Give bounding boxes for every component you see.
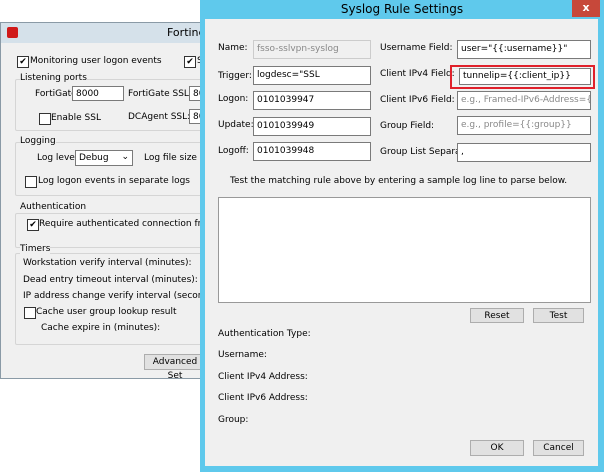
name-label: Name: bbox=[218, 43, 248, 53]
ok-button[interactable]: OK bbox=[470, 440, 524, 456]
fortigate-port-input[interactable]: 8000 bbox=[72, 86, 124, 101]
group-result-label: Group: bbox=[218, 415, 249, 425]
cache-checkbox[interactable] bbox=[24, 307, 36, 319]
username-result-label: Username: bbox=[218, 350, 267, 360]
client-ipv6-input[interactable]: e.g., Framed-IPv6-Address={{:clien bbox=[457, 91, 591, 110]
chevron-down-icon: ⌄ bbox=[121, 152, 129, 162]
cache-expire-label: Cache expire in (minutes): bbox=[41, 323, 161, 333]
name-input: fsso-sslvpn-syslog bbox=[253, 40, 371, 59]
logoff-label: Logoff: bbox=[218, 146, 249, 156]
second-checkbox[interactable]: ✔ bbox=[184, 56, 196, 68]
dead-entry-label: Dead entry timeout interval (minutes): bbox=[23, 275, 198, 285]
separate-logs-checkbox[interactable] bbox=[25, 176, 37, 188]
client-ipv6-label: Client IPv6 Field: bbox=[380, 95, 455, 105]
username-field-input[interactable]: user="{{:username}}" bbox=[457, 40, 591, 59]
dialog-body: Name: fsso-sslvpn-syslog Trigger: logdes… bbox=[205, 19, 598, 466]
syslog-rule-dialog: Syslog Rule Settings x Name: fsso-sslvpn… bbox=[200, 0, 604, 472]
title-bar: Fortine bbox=[1, 23, 205, 43]
fortinet-logo-icon bbox=[7, 27, 18, 38]
ipv6-result-label: Client IPv6 Address: bbox=[218, 393, 308, 403]
timers-legend: Timers bbox=[20, 244, 51, 254]
dialog-title: Syslog Rule Settings bbox=[340, 2, 464, 16]
workstation-interval-label: Workstation verify interval (minutes): bbox=[23, 258, 192, 268]
cancel-button[interactable]: Cancel bbox=[533, 440, 584, 456]
fortinet-window: Fortine ✔ Monitoring user logon events ✔… bbox=[0, 22, 254, 381]
monitoring-label: Monitoring user logon events bbox=[30, 56, 162, 66]
group-field-input[interactable]: e.g., profile={{:group}} bbox=[457, 116, 591, 135]
authentication-legend: Authentication bbox=[20, 202, 87, 212]
group-separator-input[interactable]: , bbox=[457, 143, 591, 162]
log-level-label: Log level: bbox=[37, 153, 81, 163]
log-level-value: Debug bbox=[79, 153, 109, 163]
enable-ssl-checkbox[interactable] bbox=[39, 113, 51, 125]
logon-label: Logon: bbox=[218, 94, 249, 104]
group-field-label: Group Field: bbox=[380, 121, 435, 131]
log-level-select[interactable]: Debug ⌄ bbox=[75, 150, 133, 166]
username-field-label: Username Field: bbox=[380, 43, 453, 53]
advanced-settings-button[interactable]: Advanced Set bbox=[144, 354, 206, 381]
sample-log-textarea[interactable] bbox=[218, 197, 591, 303]
require-auth-checkbox[interactable]: ✔ bbox=[27, 219, 39, 231]
auth-type-label: Authentication Type: bbox=[218, 329, 311, 339]
close-icon: x bbox=[582, 1, 590, 14]
close-button[interactable]: x bbox=[572, 0, 600, 17]
logging-legend: Logging bbox=[20, 136, 56, 146]
logoff-input[interactable]: 0101039948 bbox=[253, 142, 371, 161]
update-input[interactable]: 0101039949 bbox=[253, 117, 371, 136]
test-instruction: Test the matching rule above by entering… bbox=[230, 176, 568, 186]
ip-change-label: IP address change verify interval (secon… bbox=[23, 291, 221, 301]
ipv4-result-label: Client IPv4 Address: bbox=[218, 372, 308, 382]
cache-label: Cache user group lookup result bbox=[36, 307, 177, 317]
client-ipv4-input[interactable]: tunnelip={{:client_ip}} bbox=[459, 68, 591, 85]
separate-logs-label: Log logon events in separate logs bbox=[38, 176, 190, 186]
logon-input[interactable]: 0101039947 bbox=[253, 91, 371, 110]
update-label: Update: bbox=[218, 120, 254, 130]
monitoring-checkbox[interactable]: ✔ bbox=[17, 56, 29, 68]
enable-ssl-label: Enable SSL bbox=[51, 113, 101, 123]
reset-button[interactable]: Reset bbox=[470, 308, 524, 323]
client-ipv4-label: Client IPv4 Field: bbox=[380, 69, 455, 79]
listening-ports-legend: Listening ports bbox=[20, 73, 87, 83]
trigger-input[interactable]: logdesc="SSL bbox=[253, 66, 371, 85]
dcagent-ssl-label: DCAgent SSL: bbox=[128, 112, 191, 122]
trigger-label: Trigger: bbox=[218, 71, 252, 81]
test-button[interactable]: Test bbox=[533, 308, 584, 323]
fortigate-ssl-label: FortiGate SSL: bbox=[128, 89, 192, 99]
